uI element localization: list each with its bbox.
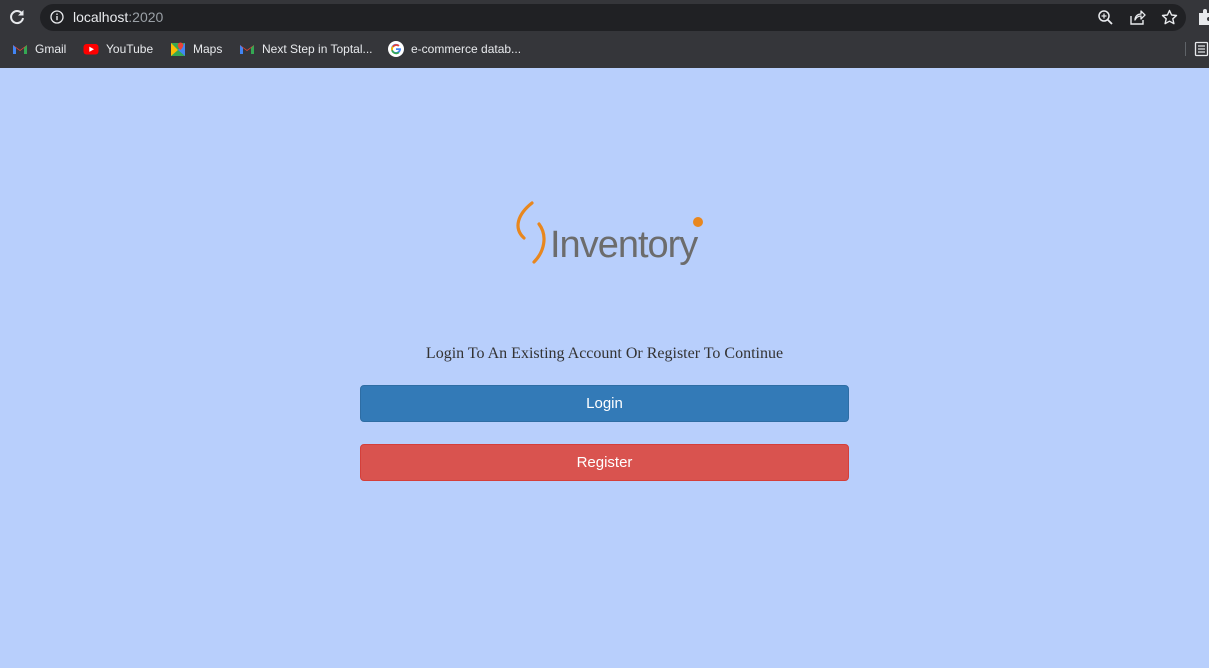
youtube-icon [83,44,99,55]
bookmark-ecommerce[interactable]: e-commerce datab... [388,38,521,60]
bookmark-label: e-commerce datab... [411,42,522,56]
bookmark-toptal[interactable]: Next Step in Toptal... [239,38,373,60]
gmail-icon [13,45,27,54]
bookmark-label: Maps [193,42,223,56]
bookmarks-divider [1185,42,1186,56]
page-prompt: Login To An Existing Account Or Register… [425,345,784,362]
google-icon [388,41,404,57]
bookmark-star-icon[interactable] [1161,9,1178,26]
bookmark-label: Gmail [35,42,67,56]
bookmark-label: Next Step in Toptal... [262,42,373,56]
browser-chrome: localhost:2020 Gmail YouTube Maps Next S… [0,0,1209,68]
url-host: localhost [73,9,129,25]
bookmark-maps[interactable]: Maps [170,38,222,60]
register-button[interactable]: Register [360,444,849,481]
reading-list-icon[interactable] [1194,41,1209,57]
gmail-icon [240,45,254,54]
bookmarks-bar: Gmail YouTube Maps Next Step in Toptal..… [0,38,1180,60]
logo-text: Inventory [550,224,698,266]
url-port: :2020 [128,9,164,25]
bookmark-label: YouTube [106,42,154,56]
inventory-logo: Inventory [516,201,703,266]
share-icon[interactable] [1129,9,1146,26]
extensions-icon[interactable] [1197,8,1209,26]
site-info-icon[interactable] [50,10,64,24]
login-button[interactable]: Login [360,385,849,422]
address-bar[interactable]: localhost:2020 [40,4,1186,31]
reload-icon[interactable] [7,7,27,27]
maps-icon [171,42,185,56]
bookmark-youtube[interactable]: YouTube [83,38,153,60]
zoom-icon[interactable] [1097,9,1114,26]
bookmark-gmail[interactable]: Gmail [12,38,66,60]
url-text[interactable]: localhost:2020 [73,9,163,25]
